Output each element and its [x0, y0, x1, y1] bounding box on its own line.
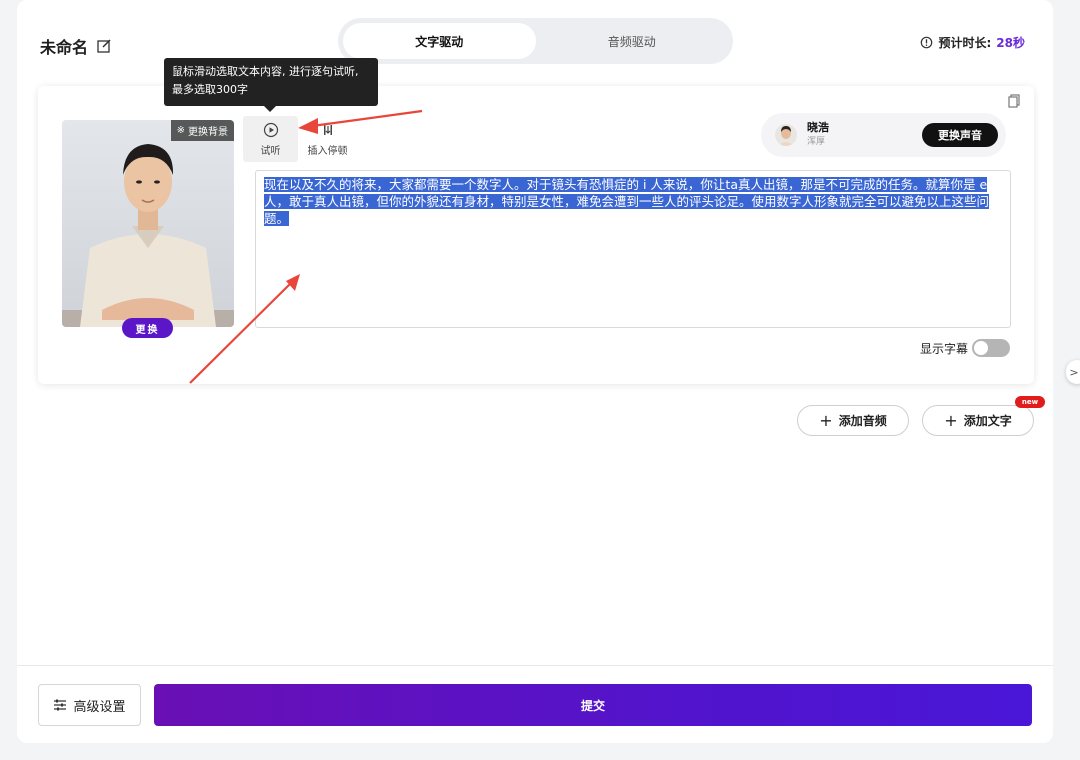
grid-icon: ※: [176, 125, 185, 136]
insert-pause-label: 插入停顿: [307, 145, 348, 157]
play-icon: [263, 122, 278, 137]
subtitle-toggle-label: 显示字幕: [919, 341, 968, 356]
avatar-image: [62, 120, 234, 327]
add-text-label: 添加文字: [963, 414, 1012, 428]
sliders-icon: [54, 699, 67, 711]
tab-audio-driven[interactable]: 音频驱动: [536, 23, 729, 59]
insert-pause-button[interactable]: 插入停顿: [300, 116, 355, 162]
change-voice-button[interactable]: 更换声音: [922, 123, 998, 147]
insert-pause-icon: [323, 124, 332, 135]
project-title-text: 未命名: [40, 38, 89, 57]
duration-value: 28秒: [996, 36, 1025, 50]
edit-icon[interactable]: [96, 38, 112, 54]
voice-name: 晓浩: [807, 121, 829, 134]
selected-script-text: 现在以及不久的将来，大家都需要一个数字人。对于镜头有恐惧症的 i 人来说，你让t…: [264, 177, 990, 226]
tooltip-line-2: 最多选取300字: [172, 83, 248, 96]
estimated-duration: 预计时长: 28秒: [920, 34, 1025, 51]
advanced-settings-button[interactable]: 高级设置: [38, 684, 141, 726]
add-audio-label: 添加音频: [838, 414, 887, 428]
change-background-label: 更换背景: [188, 127, 228, 138]
voice-info: 晓浩 浑厚: [807, 121, 829, 149]
voice-avatar: [775, 124, 797, 146]
change-background-button[interactable]: ※ 更换背景: [170, 120, 234, 141]
collapse-handle[interactable]: >: [1066, 360, 1080, 384]
voice-avatar-image: [775, 124, 797, 146]
tooltip: 鼠标滑动选取文本内容, 进行逐句试听, 最多选取300字: [164, 58, 378, 112]
footer-divider: [17, 665, 1053, 666]
digital-human-avatar[interactable]: ※ 更换背景: [62, 120, 234, 327]
plus-icon: +: [819, 411, 833, 430]
segment-card: ※ 更换背景 更换 试听 插入停顿 晓浩 浑厚 更换声音 现在以及不久的将来，大…: [38, 86, 1034, 384]
plus-icon: +: [944, 411, 958, 430]
tab-text-driven[interactable]: 文字驱动: [343, 23, 536, 59]
new-badge: new: [1015, 396, 1045, 408]
tooltip-line-1: 鼠标滑动选取文本内容, 进行逐句试听,: [172, 65, 359, 78]
subtitle-toggle-row: 显示字幕: [920, 339, 1010, 357]
info-icon: [921, 36, 933, 49]
mode-switch: 文字驱动 音频驱动: [338, 18, 733, 64]
copy-icon[interactable]: [1008, 94, 1022, 108]
add-audio-button[interactable]: + 添加音频: [797, 405, 909, 436]
replace-avatar-button[interactable]: 更换: [122, 318, 173, 338]
script-textarea[interactable]: 现在以及不久的将来，大家都需要一个数字人。对于镜头有恐惧症的 i 人来说，你让t…: [255, 170, 1011, 328]
project-title[interactable]: 未命名: [40, 34, 112, 58]
play-label: 试听: [260, 145, 281, 157]
advanced-settings-label: 高级设置: [73, 699, 126, 715]
duration-label: 预计时长:: [938, 36, 992, 50]
submit-button[interactable]: 提交: [154, 684, 1032, 726]
voice-style: 浑厚: [807, 137, 826, 147]
add-text-button[interactable]: + 添加文字: [922, 405, 1034, 436]
voice-selector: 晓浩 浑厚 更换声音: [761, 113, 1006, 157]
subtitle-toggle[interactable]: [972, 339, 1010, 357]
play-preview-button[interactable]: 试听: [243, 116, 298, 162]
chevron-right-icon: >: [1069, 365, 1079, 379]
